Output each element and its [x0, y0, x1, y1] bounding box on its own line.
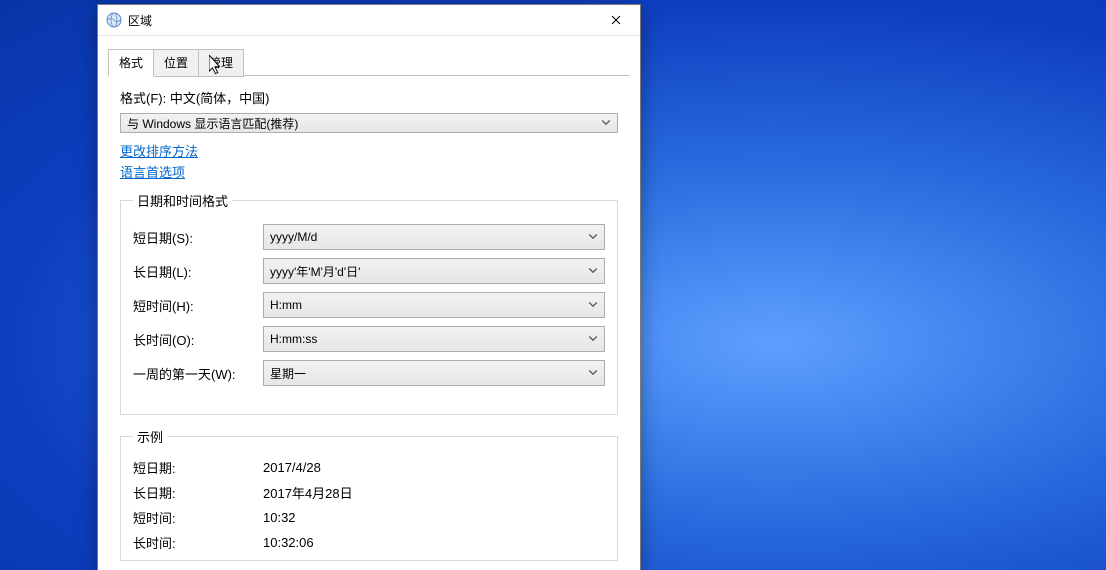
first-day-label: 一周的第一天(W): — [133, 364, 263, 383]
short-date-combo[interactable]: yyyy/M/d — [263, 224, 605, 250]
short-time-label: 短时间(H): — [133, 296, 263, 315]
tab-strip: 格式 位置 管理 — [108, 48, 630, 76]
format-combo[interactable]: 与 Windows 显示语言匹配(推荐) — [120, 113, 618, 133]
titlebar: 区域 — [98, 5, 640, 36]
tab-format[interactable]: 格式 — [108, 49, 154, 77]
tab-admin[interactable]: 管理 — [198, 49, 244, 77]
close-button[interactable] — [594, 6, 638, 34]
example-long-date-label: 长日期: — [133, 483, 263, 502]
chevron-down-icon — [588, 266, 598, 276]
example-short-date-value: 2017/4/28 — [263, 460, 605, 475]
tab-location[interactable]: 位置 — [153, 49, 199, 77]
long-date-label: 长日期(L): — [133, 262, 263, 281]
chevron-down-icon — [588, 368, 598, 378]
chevron-down-icon — [588, 232, 598, 242]
tab-content-format: 格式(F): 中文(简体，中国) 与 Windows 显示语言匹配(推荐) 更改… — [98, 76, 640, 570]
fieldset-datetime-legend: 日期和时间格式 — [133, 191, 232, 210]
long-time-combo[interactable]: H:mm:ss — [263, 326, 605, 352]
link-language-pref[interactable]: 语言首选项 — [120, 162, 185, 181]
chevron-down-icon — [588, 300, 598, 310]
window-title: 区域 — [128, 12, 594, 29]
chevron-down-icon — [601, 118, 611, 128]
first-day-combo[interactable]: 星期一 — [263, 360, 605, 386]
example-long-time-label: 长时间: — [133, 533, 263, 552]
short-time-combo[interactable]: H:mm — [263, 292, 605, 318]
chevron-down-icon — [588, 334, 598, 344]
example-long-date-value: 2017年4月28日 — [263, 483, 605, 502]
example-short-time-label: 短时间: — [133, 508, 263, 527]
fieldset-datetime: 日期和时间格式 短日期(S): yyyy/M/d 长日期(L): yyyy'年'… — [120, 191, 618, 415]
format-label: 格式(F): 中文(简体，中国) — [120, 88, 618, 107]
long-date-combo[interactable]: yyyy'年'M'月'd'日' — [263, 258, 605, 284]
example-short-time-value: 10:32 — [263, 510, 605, 525]
fieldset-example: 示例 短日期: 2017/4/28 长日期: 2017年4月28日 短时间: 1… — [120, 427, 618, 561]
region-dialog: 区域 格式 位置 管理 格式(F): 中文(简体，中国) 与 Windows 显… — [97, 4, 641, 570]
long-time-label: 长时间(O): — [133, 330, 263, 349]
region-icon — [106, 12, 122, 28]
link-change-sort[interactable]: 更改排序方法 — [120, 141, 198, 160]
example-short-date-label: 短日期: — [133, 458, 263, 477]
short-date-label: 短日期(S): — [133, 228, 263, 247]
fieldset-example-legend: 示例 — [133, 427, 167, 446]
format-combo-value: 与 Windows 显示语言匹配(推荐) — [127, 115, 298, 132]
example-long-time-value: 10:32:06 — [263, 535, 605, 550]
desktop-background: 区域 格式 位置 管理 格式(F): 中文(简体，中国) 与 Windows 显… — [0, 0, 1106, 570]
